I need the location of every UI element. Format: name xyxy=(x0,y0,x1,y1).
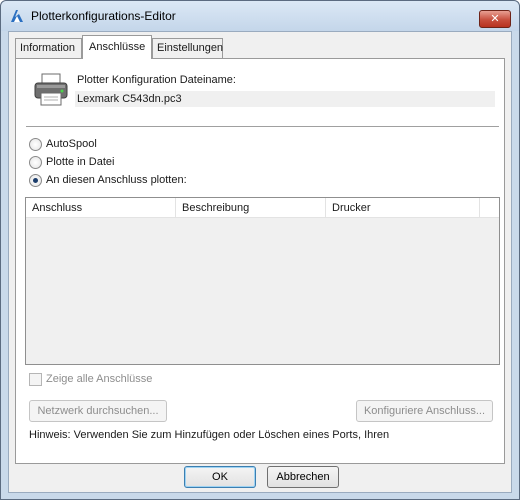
config-filename-label: Plotter Konfiguration Dateiname: xyxy=(77,74,236,86)
ok-button[interactable]: OK xyxy=(184,466,256,488)
browse-network-button[interactable]: Netzwerk durchsuchen... xyxy=(29,400,167,422)
config-filename-value: Lexmark C543dn.pc3 xyxy=(75,91,495,107)
ports-list-header: Anschluss Beschreibung Drucker xyxy=(26,198,499,218)
radio-label: Plotte in Datei xyxy=(46,156,115,168)
close-button[interactable]: ✕ xyxy=(479,10,511,28)
tab-anschluesse[interactable]: Anschlüsse xyxy=(82,35,152,59)
title-bar[interactable]: Plotterkonfigurations-Editor ✕ xyxy=(1,1,519,31)
radio-button[interactable] xyxy=(29,156,42,169)
cancel-button[interactable]: Abbrechen xyxy=(267,466,339,488)
column-header-beschreibung[interactable]: Beschreibung xyxy=(176,198,326,218)
checkbox[interactable] xyxy=(29,373,42,386)
app-logo-icon xyxy=(11,10,23,22)
separator xyxy=(26,126,499,127)
printer-icon xyxy=(34,73,68,106)
radio-button[interactable] xyxy=(29,174,42,187)
ports-list[interactable]: Anschluss Beschreibung Drucker xyxy=(25,197,500,365)
window-title: Plotterkonfigurations-Editor xyxy=(31,9,176,23)
plotter-config-editor-window: Plotterkonfigurations-Editor ✕ Informati… xyxy=(0,0,520,500)
hint-text: Hinweis: Verwenden Sie zum Hinzufügen od… xyxy=(29,429,390,441)
dialog-body: Information Anschlüsse Einstellungen Plo… xyxy=(8,31,512,493)
configure-port-button[interactable]: Konfiguriere Anschluss... xyxy=(356,400,493,422)
radio-label: An diesen Anschluss plotten: xyxy=(46,174,187,186)
tab-einstellungen[interactable]: Einstellungen xyxy=(152,38,223,58)
column-header-drucker[interactable]: Drucker xyxy=(326,198,480,218)
radio-button[interactable] xyxy=(29,138,42,151)
checkbox-label: Zeige alle Anschlüsse xyxy=(46,373,153,385)
anschluesse-panel: Plotter Konfiguration Dateiname: Lexmark… xyxy=(15,58,505,464)
radio-label: AutoSpool xyxy=(46,138,97,150)
tab-information[interactable]: Information xyxy=(15,38,82,58)
column-header-anschluss[interactable]: Anschluss xyxy=(26,198,176,218)
